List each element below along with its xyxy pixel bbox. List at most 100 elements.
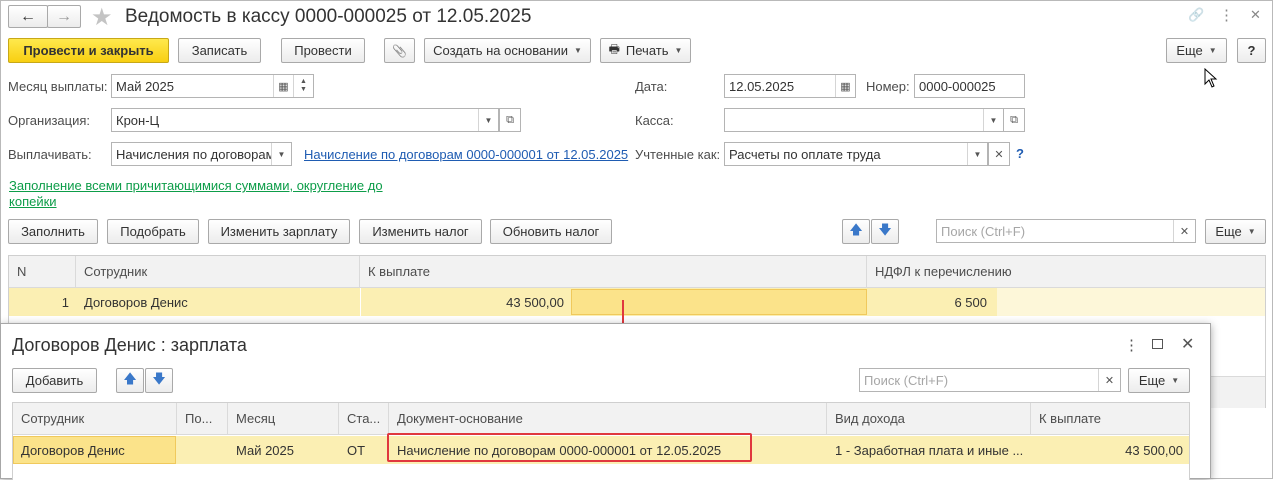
clear-search-icon[interactable]: ✕ [1098, 369, 1120, 391]
col-employee[interactable]: Сотрудник [76, 256, 360, 287]
maximize-icon[interactable] [1152, 339, 1163, 349]
row-n: 1 [61, 294, 69, 310]
clear-accounted-button[interactable]: ✕ [988, 142, 1010, 166]
back-button[interactable]: ← [8, 5, 48, 28]
month-label: Месяц выплаты: [8, 79, 108, 94]
row-amount: 43 500,00 [360, 288, 564, 316]
row-status: ОТ [347, 442, 366, 458]
accounted-field[interactable]: Расчеты по оплате труда ▼ [724, 142, 988, 166]
date-label: Дата: [635, 79, 668, 94]
close-icon: ✕ [994, 148, 1004, 161]
chevron-down-icon[interactable]: ▼ [983, 109, 1003, 131]
month-field[interactable]: Май 2025 ▦ ▲ ▼ [111, 74, 314, 98]
more-icon[interactable]: ⋮ [1124, 336, 1139, 354]
arrow-up-icon: 🡅 [123, 370, 137, 386]
month-stepper[interactable]: ▲ ▼ [293, 75, 313, 97]
date-field[interactable]: 12.05.2025 ▦ [724, 74, 856, 98]
chevron-down-icon[interactable]: ▼ [271, 143, 291, 165]
open-cash-button[interactable]: ⧉ [1003, 108, 1025, 132]
col-income[interactable]: Вид дохода [827, 403, 1031, 434]
change-tax-button[interactable]: Изменить налог [359, 219, 482, 244]
forward-button[interactable]: → [47, 5, 81, 28]
table-more-button[interactable]: Еще ▼ [1205, 219, 1266, 244]
active-cell[interactable] [571, 289, 867, 315]
move-up-button[interactable]: 🡅 [842, 219, 870, 244]
row-tail [997, 288, 1265, 316]
salary-subwindow: Договоров Денис : зарплата ⋮ ✕ Добавить … [0, 323, 1211, 480]
chevron-down-icon[interactable]: ▼ [478, 109, 498, 131]
col-po[interactable]: По... [177, 403, 228, 434]
row-po [177, 436, 228, 464]
clear-search-icon[interactable]: ✕ [1173, 220, 1195, 242]
arrow-up-icon: 🡅 [849, 221, 863, 237]
move-down-button[interactable]: 🡇 [871, 219, 899, 244]
table-search-input[interactable]: Поиск (Ctrl+F) ✕ [936, 219, 1196, 243]
move-down-button[interactable]: 🡇 [145, 368, 173, 393]
window-title: Ведомость в кассу 0000-000025 от 12.05.2… [125, 6, 532, 27]
post-and-close-button[interactable]: Провести и закрыть [8, 38, 169, 63]
open-org-button[interactable]: ⧉ [499, 108, 521, 132]
arrow-left-icon: ← [20, 7, 36, 25]
pay-document-link[interactable]: Начисление по договорам 0000-000001 от 1… [304, 147, 628, 162]
create-based-button[interactable]: Создать на основании ▼ [424, 38, 591, 63]
select-button[interactable]: Подобрать [107, 219, 199, 244]
pay-field[interactable]: Начисления по договорам ▼ [111, 142, 292, 166]
col-employee[interactable]: Сотрудник [13, 403, 177, 434]
attach-button[interactable]: 📎 [384, 38, 415, 63]
write-button[interactable]: Записать [178, 38, 261, 63]
move-up-button[interactable]: 🡅 [116, 368, 144, 393]
change-salary-button[interactable]: Изменить зарплату [208, 219, 350, 244]
more-icon[interactable]: ⋮ [1219, 6, 1234, 24]
col-status[interactable]: Ста... [339, 403, 389, 434]
calendar-icon[interactable]: ▦ [835, 75, 855, 97]
row-ndfl: 6 500 [954, 294, 987, 310]
number-label: Номер: [866, 79, 910, 94]
pay-label: Выплачивать: [8, 147, 92, 162]
row-month: Май 2025 [236, 442, 294, 458]
fill-all-link[interactable]: Заполнение всеми причитающимися суммами,… [9, 178, 399, 210]
row-employee[interactable]: Договоров Денис [13, 436, 176, 464]
org-field[interactable]: Крон-Ц ▼ [111, 108, 499, 132]
chevron-down-icon: ▼ [674, 46, 683, 55]
col-month[interactable]: Месяц [228, 403, 339, 434]
subwindow-table: Сотрудник По... Месяц Ста... Документ-ос… [12, 402, 1190, 480]
subwindow-search-input[interactable]: Поиск (Ctrl+F) ✕ [859, 368, 1121, 392]
row-income: 1 - Заработная плата и иные ... [835, 442, 1024, 458]
calendar-icon[interactable]: ▦ [273, 75, 293, 97]
col-n[interactable]: N [9, 256, 76, 287]
close-icon[interactable]: ✕ [1250, 7, 1261, 23]
chevron-down-icon[interactable]: ▼ [967, 143, 987, 165]
accounted-help-icon[interactable]: ? [1016, 146, 1024, 161]
print-button[interactable]: 🖶 Печать ▼ [600, 38, 691, 63]
open-icon: ⧉ [506, 113, 514, 126]
arrow-down-icon: 🡇 [878, 221, 892, 237]
subwindow-title: Договоров Денис : зарплата [12, 335, 247, 355]
cash-field[interactable]: ▼ [724, 108, 1004, 132]
open-icon: ⧉ [1010, 113, 1018, 126]
post-button[interactable]: Провести [281, 38, 365, 63]
subwindow-more-button[interactable]: Еще ▼ [1128, 368, 1190, 393]
subwindow-table-header: Сотрудник По... Месяц Ста... Документ-ос… [13, 403, 1189, 435]
mouse-cursor-icon [1204, 67, 1218, 91]
add-button[interactable]: Добавить [12, 368, 97, 393]
chevron-down-icon: ▼ [1171, 376, 1180, 385]
col-amount[interactable]: К выплате [1031, 403, 1189, 434]
link-icon[interactable]: 🔗 [1188, 7, 1204, 23]
table-row[interactable]: Договоров Денис Май 2025 ОТ Начисление п… [13, 433, 1189, 464]
accounted-label: Учтенные как: [635, 147, 721, 162]
col-amount[interactable]: К выплате [360, 256, 867, 287]
chevron-down-icon: ▼ [573, 46, 582, 55]
row-employee: Договоров Денис [76, 288, 360, 316]
table-row[interactable]: 1 Договоров Денис 43 500,00 6 500 [9, 288, 1265, 316]
star-icon[interactable]: ★ [91, 3, 113, 32]
number-field[interactable]: 0000-000025 [914, 74, 1025, 98]
fill-button[interactable]: Заполнить [8, 219, 98, 244]
table-header: N Сотрудник К выплате НДФЛ к перечислени… [9, 256, 1265, 288]
close-icon[interactable]: ✕ [1181, 334, 1194, 354]
update-tax-button[interactable]: Обновить налог [490, 219, 612, 244]
help-button[interactable]: ? [1237, 38, 1266, 63]
more-button[interactable]: Еще ▼ [1166, 38, 1227, 63]
col-document[interactable]: Документ-основание [389, 403, 827, 434]
col-ndfl[interactable]: НДФЛ к перечислению [867, 256, 1265, 287]
cash-label: Касса: [635, 113, 674, 128]
